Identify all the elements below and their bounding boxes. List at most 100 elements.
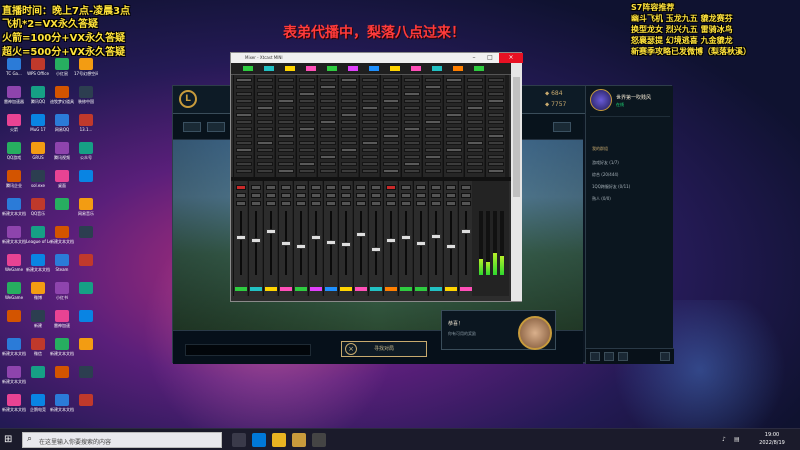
- routing-cell[interactable]: [320, 78, 336, 82]
- volume-fader[interactable]: [311, 235, 321, 240]
- routing-cell[interactable]: [404, 106, 420, 110]
- desktop-icon[interactable]: [74, 226, 98, 256]
- channel-color-badge[interactable]: [453, 66, 463, 71]
- mute-button[interactable]: [401, 193, 411, 198]
- maximize-icon[interactable]: □: [483, 53, 497, 63]
- mute-button[interactable]: [281, 193, 291, 198]
- routing-cell[interactable]: [236, 127, 252, 131]
- desktop-icon[interactable]: WeGame: [2, 254, 26, 284]
- routing-cell[interactable]: [236, 113, 252, 117]
- routing-cell[interactable]: [383, 155, 399, 159]
- routing-cell[interactable]: [299, 155, 315, 159]
- routing-cell[interactable]: [299, 141, 315, 145]
- routing-cell[interactable]: [383, 141, 399, 145]
- close-icon[interactable]: ×: [345, 343, 357, 355]
- mute-button[interactable]: [386, 193, 396, 198]
- routing-cell[interactable]: [446, 162, 462, 166]
- routing-cell[interactable]: [488, 134, 504, 138]
- routing-cell[interactable]: [257, 78, 273, 82]
- routing-cell[interactable]: [383, 148, 399, 152]
- social-group-friends[interactable]: 游戏好友 (1/7): [592, 160, 619, 166]
- routing-cell[interactable]: [383, 120, 399, 124]
- routing-cell[interactable]: [446, 99, 462, 103]
- record-button[interactable]: [386, 185, 396, 190]
- desktop-icon[interactable]: QQ游戏: [2, 142, 26, 172]
- routing-cell[interactable]: [299, 113, 315, 117]
- routing-cell[interactable]: [236, 78, 252, 82]
- routing-cell[interactable]: [488, 78, 504, 82]
- desktop-icon[interactable]: MuG 17: [26, 114, 50, 144]
- record-button[interactable]: [401, 185, 411, 190]
- routing-cell[interactable]: [488, 106, 504, 110]
- volume-fader[interactable]: [416, 241, 426, 246]
- solo-button[interactable]: [416, 201, 426, 206]
- routing-cell[interactable]: [446, 148, 462, 152]
- mute-button[interactable]: [266, 193, 276, 198]
- routing-cell[interactable]: [488, 92, 504, 96]
- routing-cell[interactable]: [320, 120, 336, 124]
- routing-cell[interactable]: [236, 155, 252, 159]
- routing-cell[interactable]: [383, 78, 399, 82]
- volume-fader[interactable]: [266, 229, 276, 234]
- routing-cell[interactable]: [320, 162, 336, 166]
- routing-cell[interactable]: [362, 78, 378, 82]
- routing-cell[interactable]: [299, 120, 315, 124]
- routing-cell[interactable]: [320, 106, 336, 110]
- solo-button[interactable]: [431, 201, 441, 206]
- desktop-icon[interactable]: 腾讯企业: [2, 170, 26, 200]
- record-button[interactable]: [416, 185, 426, 190]
- find-match-button[interactable]: × 寻找对局: [341, 341, 427, 357]
- routing-cell[interactable]: [299, 92, 315, 96]
- desktop-icon[interactable]: 小红鼠: [50, 58, 74, 88]
- desktop-icon[interactable]: WeGame: [2, 282, 26, 312]
- routing-cell[interactable]: [236, 148, 252, 152]
- desktop-icon[interactable]: 新建文本文档: [2, 394, 26, 424]
- routing-cell[interactable]: [320, 134, 336, 138]
- desktop-icon[interactable]: League of Legends: [26, 226, 50, 256]
- volume-fader[interactable]: [236, 235, 246, 240]
- solo-button[interactable]: [236, 201, 246, 206]
- settings-icon[interactable]: [660, 352, 670, 361]
- record-button[interactable]: [326, 185, 336, 190]
- routing-cell[interactable]: [425, 127, 441, 131]
- record-button[interactable]: [311, 185, 321, 190]
- routing-cell[interactable]: [425, 78, 441, 82]
- solo-button[interactable]: [311, 201, 321, 206]
- desktop-icon[interactable]: 企鹅电竞: [26, 394, 50, 424]
- mute-button[interactable]: [296, 193, 306, 198]
- routing-cell[interactable]: [362, 106, 378, 110]
- routing-cell[interactable]: [278, 141, 294, 145]
- summoner-status[interactable]: 在线: [616, 102, 624, 108]
- solo-button[interactable]: [446, 201, 456, 206]
- routing-cell[interactable]: [488, 99, 504, 103]
- routing-cell[interactable]: [467, 78, 483, 82]
- volume-fader[interactable]: [356, 232, 366, 237]
- routing-cell[interactable]: [299, 99, 315, 103]
- desktop-icon[interactable]: 新建文本文档: [50, 394, 74, 424]
- routing-cell[interactable]: [257, 127, 273, 131]
- subnav-invite-button[interactable]: [553, 122, 571, 132]
- routing-cell[interactable]: [383, 113, 399, 117]
- volume-fader[interactable]: [281, 241, 291, 246]
- routing-cell[interactable]: [425, 99, 441, 103]
- solo-button[interactable]: [341, 201, 351, 206]
- routing-cell[interactable]: [299, 85, 315, 89]
- desktop-icon[interactable]: 网易音乐: [74, 198, 98, 228]
- desktop-icon[interactable]: [74, 254, 98, 284]
- routing-cell[interactable]: [299, 148, 315, 152]
- routing-cell[interactable]: [404, 155, 420, 159]
- routing-cell[interactable]: [278, 162, 294, 166]
- routing-cell[interactable]: [425, 92, 441, 96]
- routing-cell[interactable]: [362, 127, 378, 131]
- routing-cell[interactable]: [446, 120, 462, 124]
- routing-cell[interactable]: [446, 141, 462, 145]
- routing-cell[interactable]: [341, 120, 357, 124]
- desktop-icon[interactable]: [50, 366, 74, 396]
- routing-cell[interactable]: [278, 78, 294, 82]
- routing-cell[interactable]: [467, 106, 483, 110]
- desktop-icon[interactable]: 雷神加速器: [2, 86, 26, 116]
- record-button[interactable]: [431, 185, 441, 190]
- desktop-icon[interactable]: 新建文本文档: [2, 226, 26, 256]
- routing-cell[interactable]: [488, 113, 504, 117]
- desktop-icon[interactable]: 微信: [26, 338, 50, 368]
